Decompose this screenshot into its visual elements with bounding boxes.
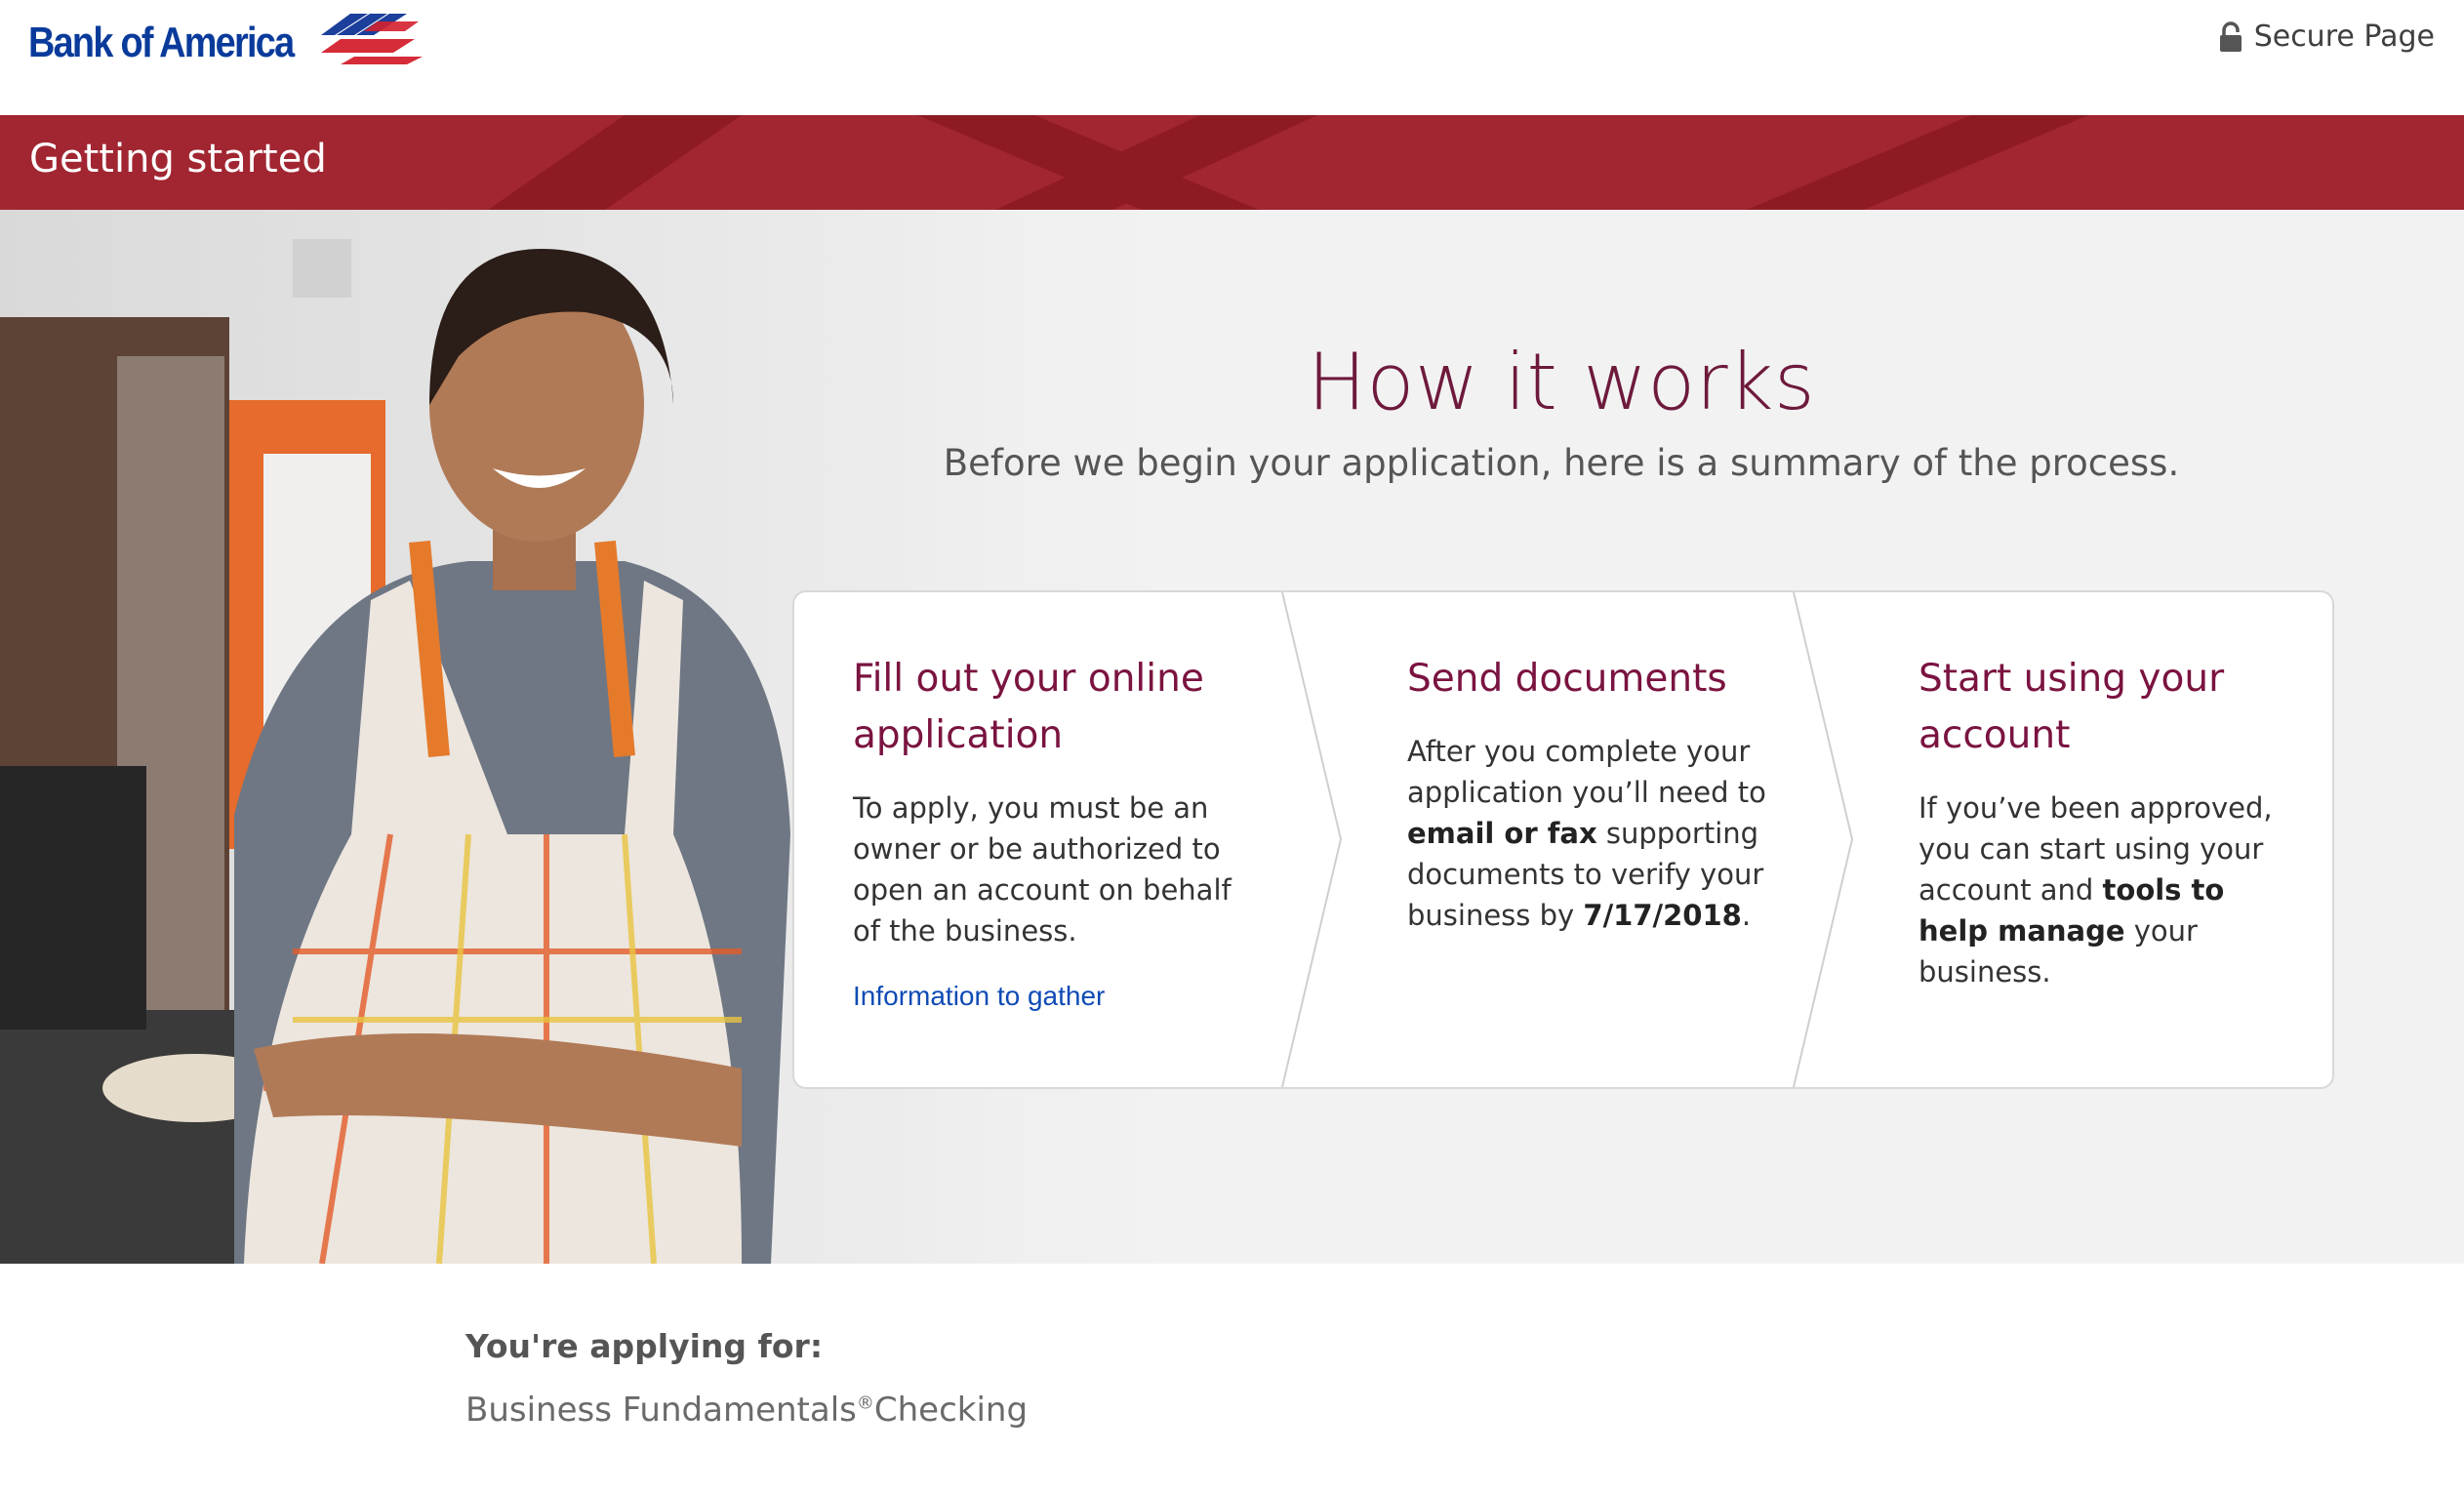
banner-title: Getting started — [29, 137, 327, 182]
logo-wordmark: Bank of America — [28, 19, 295, 66]
how-it-works-hero: How it works Before we begin your applic… — [0, 210, 2464, 1264]
email-or-fax-emphasis: email or fax — [1407, 817, 1597, 850]
applying-for-heading: You're applying for: — [465, 1327, 824, 1365]
bank-of-america-logo[interactable]: Bank of America — [28, 14, 423, 72]
getting-started-banner: Getting started — [0, 115, 2464, 210]
flag-logo-icon — [321, 14, 423, 64]
deadline-date: 7/17/2018 — [1583, 899, 1742, 932]
information-to-gather-link[interactable]: Information to gather — [853, 981, 1263, 1012]
step-2-description: After you complete your application you’… — [1407, 735, 1766, 932]
secure-page-indicator: Secure Page — [2219, 20, 2435, 54]
lock-icon — [2219, 20, 2242, 52]
step-2-title: Send documents — [1407, 657, 1727, 701]
step-3-description: If you’ve been approved, you can start u… — [1919, 791, 2273, 989]
step-fill-out-application: Fill out your online application To appl… — [853, 651, 1263, 1012]
step-1-description: To apply, you must be an owner or be aut… — [853, 791, 1232, 948]
secure-page-label: Secure Page — [2253, 20, 2435, 54]
step-3-title: Start using your account — [1919, 657, 2225, 757]
applying-for-section: You're applying for: Business Fundamenta… — [465, 1327, 1028, 1430]
how-it-works-heading: How it works — [1307, 337, 1816, 427]
product-name: Business Fundamentals®Checking — [465, 1391, 1029, 1430]
step-send-documents: Send documents After you complete your a… — [1407, 651, 1817, 936]
step-1-title: Fill out your online application — [853, 657, 1204, 757]
how-it-works-subtitle: Before we begin your application, here i… — [943, 442, 2180, 484]
site-header: Bank of America Secure Page — [0, 0, 2464, 115]
banner-stripes-decoration — [488, 115, 2088, 210]
registered-mark: ® — [856, 1392, 874, 1414]
process-steps-card: Fill out your online application To appl… — [792, 590, 2334, 1089]
step-start-using-account: Start using your account If you’ve been … — [1919, 651, 2289, 992]
